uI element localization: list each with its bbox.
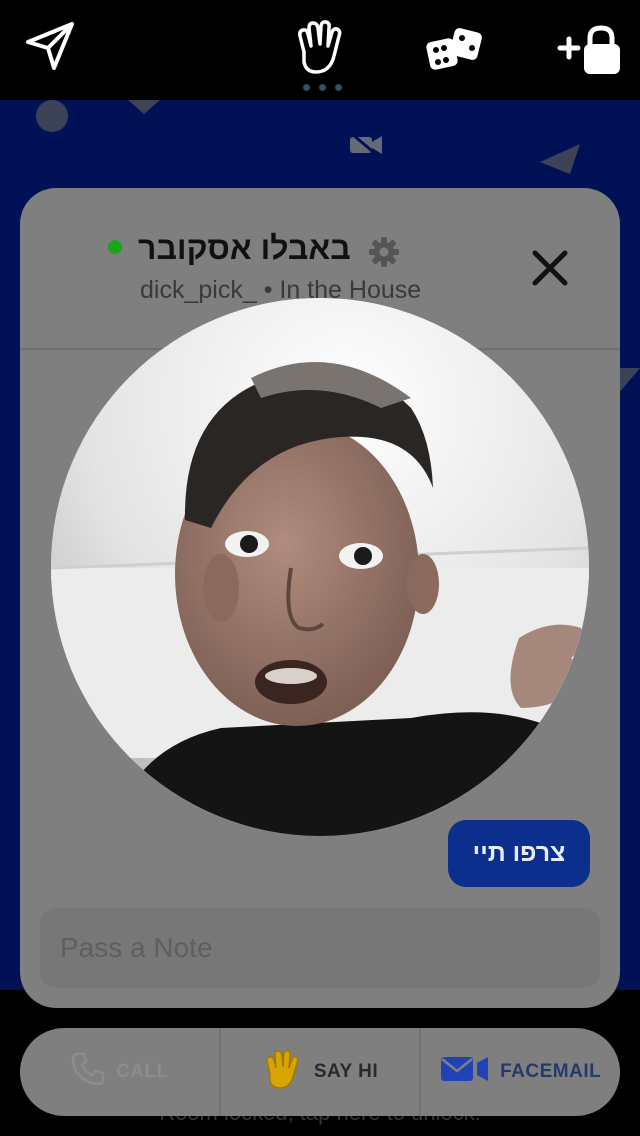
add-lock-icon[interactable]: [556, 24, 622, 81]
profile-video[interactable]: [51, 298, 589, 836]
facemail-label: FACEMAIL: [500, 1061, 602, 1082]
gear-icon[interactable]: [368, 236, 400, 273]
page-indicator: [303, 84, 342, 91]
profile-name: באבלו אסקובר: [138, 230, 351, 266]
close-icon[interactable]: [530, 248, 570, 293]
online-status-dot: [108, 240, 122, 254]
say-hi-label: SAY HI: [313, 1061, 379, 1082]
call-button[interactable]: CALL: [20, 1028, 219, 1116]
separator-dot: •: [263, 276, 280, 304]
phone-icon: [70, 1051, 106, 1093]
wave-hand-icon: [262, 1048, 304, 1096]
join-button[interactable]: צרפו תיי: [448, 820, 590, 887]
mail-video-icon: [440, 1054, 490, 1090]
dice-icon[interactable]: [426, 26, 484, 79]
facemail-button[interactable]: FACEMAIL: [419, 1028, 620, 1116]
call-label: CALL: [116, 1061, 169, 1082]
profile-card: באבלו אסקובר dick_pick_ • In the House צ…: [20, 188, 620, 1008]
say-hi-button[interactable]: SAY HI: [218, 1028, 420, 1116]
profile-username: dick_pick_: [140, 276, 257, 304]
send-icon[interactable]: [24, 20, 76, 77]
action-bar: CALL SAY HI FACEMAIL: [20, 1028, 620, 1116]
top-bar: [0, 0, 640, 100]
wave-hand-icon[interactable]: [292, 18, 348, 83]
pass-note-input[interactable]: [40, 908, 600, 988]
